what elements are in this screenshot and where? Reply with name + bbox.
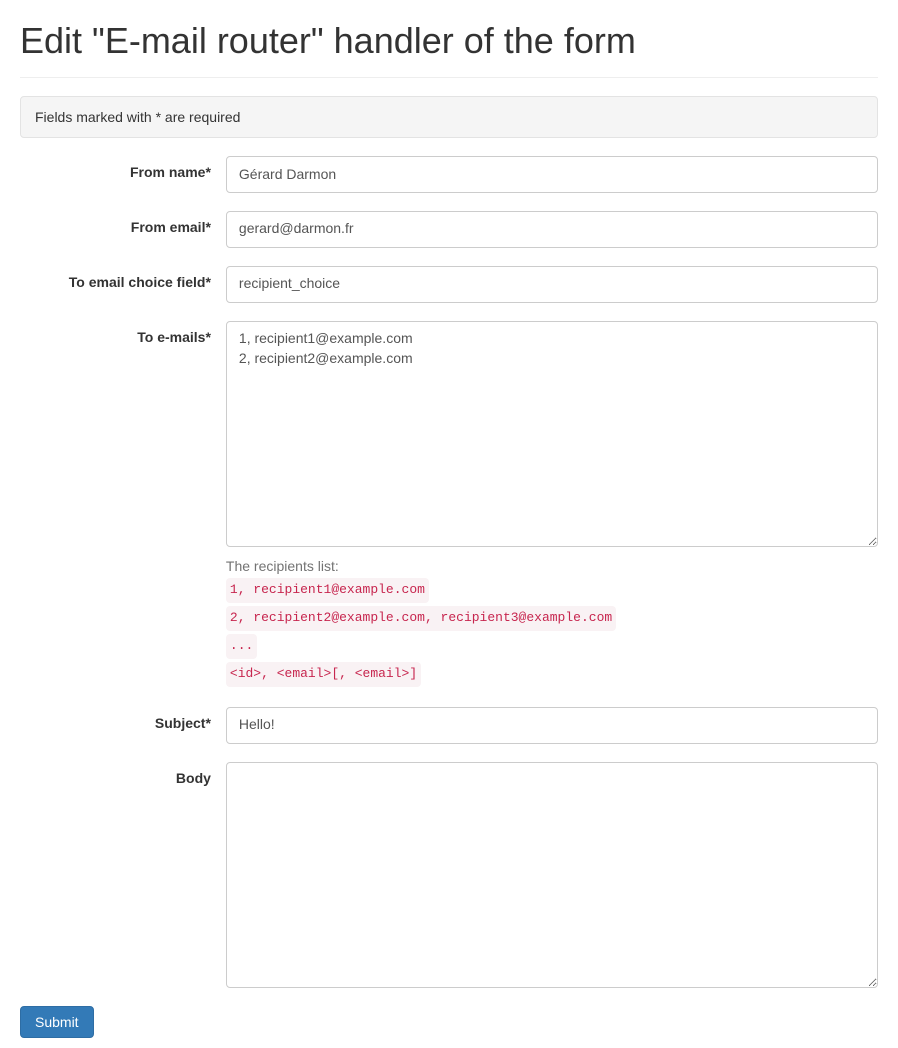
- from-name-group: From name*: [20, 156, 878, 193]
- body-label: Body: [20, 762, 226, 786]
- submit-button[interactable]: Submit: [20, 1006, 94, 1038]
- subject-group: Subject*: [20, 707, 878, 744]
- required-fields-notice: Fields marked with * are required: [20, 96, 878, 138]
- to-email-choice-input[interactable]: [226, 266, 878, 303]
- body-textarea[interactable]: [226, 762, 878, 988]
- from-email-label: From email*: [20, 211, 226, 235]
- from-email-input[interactable]: [226, 211, 878, 248]
- to-emails-textarea[interactable]: 1, recipient1@example.com 2, recipient2@…: [226, 321, 878, 547]
- to-emails-help: The recipients list: 1, recipient1@examp…: [226, 555, 878, 689]
- to-emails-group: To e-mails* 1, recipient1@example.com 2,…: [20, 321, 878, 689]
- page-title: Edit "E-mail router" handler of the form: [20, 20, 878, 62]
- to-emails-help-line-4: <id>, <email>[, <email>]: [226, 662, 421, 687]
- to-email-choice-group: To email choice field*: [20, 266, 878, 303]
- to-email-choice-label: To email choice field*: [20, 266, 226, 290]
- to-emails-label: To e-mails*: [20, 321, 226, 345]
- to-emails-help-line-1: 1, recipient1@example.com: [226, 578, 429, 603]
- email-router-form: From name* From email* To email choice f…: [20, 156, 878, 1038]
- to-emails-help-line-3: ...: [226, 634, 257, 659]
- subject-input[interactable]: [226, 707, 878, 744]
- subject-label: Subject*: [20, 707, 226, 731]
- from-name-label: From name*: [20, 156, 226, 180]
- to-emails-help-intro: The recipients list:: [226, 558, 339, 574]
- to-emails-help-line-2: 2, recipient2@example.com, recipient3@ex…: [226, 606, 616, 631]
- from-email-group: From email*: [20, 211, 878, 248]
- title-divider: [20, 77, 878, 78]
- from-name-input[interactable]: [226, 156, 878, 193]
- submit-row: Submit: [20, 1006, 878, 1038]
- body-group: Body: [20, 762, 878, 988]
